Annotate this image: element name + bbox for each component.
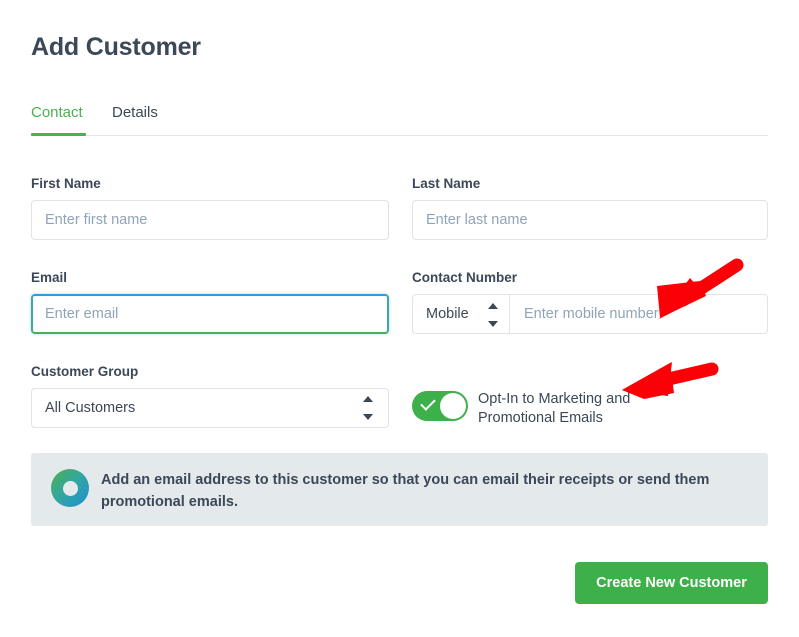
last-name-input[interactable]: Enter last name	[412, 200, 768, 240]
last-name-label: Last Name	[412, 176, 481, 191]
customer-group-label: Customer Group	[31, 364, 139, 379]
create-new-customer-button[interactable]: Create New Customer	[575, 562, 768, 604]
info-banner: Add an email address to this customer so…	[31, 453, 768, 526]
tab-active-indicator	[31, 133, 86, 136]
email-placeholder: Enter email	[45, 306, 119, 322]
contact-number-type-value: Mobile	[426, 306, 469, 322]
contact-number-group: Mobile Enter mobile number	[412, 294, 768, 334]
chevron-updown-icon[interactable]	[363, 396, 374, 420]
contact-number-type-select[interactable]: Mobile	[412, 294, 510, 334]
mobile-number-input[interactable]: Enter mobile number	[510, 294, 768, 334]
chevron-updown-icon[interactable]	[488, 303, 499, 327]
email-input[interactable]: Enter email	[31, 294, 389, 334]
add-customer-page: Add Customer Contact Details First Name …	[0, 0, 799, 637]
tab-underline-track	[31, 135, 768, 136]
info-banner-text: Add an email address to this customer so…	[101, 472, 710, 510]
email-label: Email	[31, 270, 68, 285]
tab-bar: Contact Details	[31, 103, 768, 136]
page-title: Add Customer	[31, 33, 201, 61]
tab-details[interactable]: Details	[112, 103, 158, 134]
customer-group-value: All Customers	[45, 400, 136, 416]
contact-number-label: Contact Number	[412, 270, 518, 285]
last-name-placeholder: Enter last name	[426, 212, 528, 228]
first-name-label: First Name	[31, 176, 101, 191]
customer-group-select[interactable]: All Customers	[31, 388, 389, 428]
optin-toggle-label: Opt-In to Marketing and Promotional Emai…	[478, 391, 631, 426]
optin-toggle[interactable]	[412, 391, 468, 421]
check-icon	[420, 395, 436, 411]
mobile-number-placeholder: Enter mobile number	[524, 306, 659, 322]
first-name-input[interactable]: Enter first name	[31, 200, 389, 240]
info-ring-icon	[51, 469, 89, 507]
first-name-placeholder: Enter first name	[45, 212, 148, 228]
toggle-knob	[440, 393, 466, 419]
tab-contact[interactable]: Contact	[31, 103, 83, 134]
